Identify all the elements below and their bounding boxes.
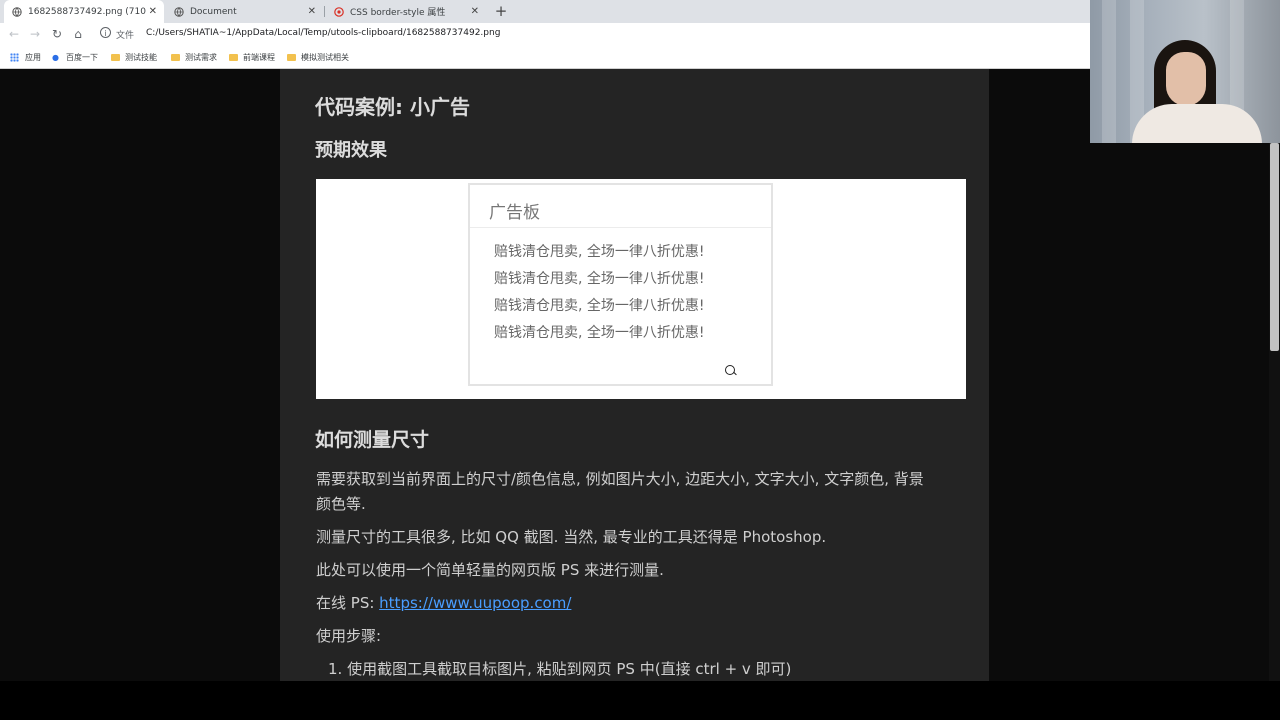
folder-icon bbox=[229, 53, 238, 61]
bookmark-baidu[interactable]: ● 百度一下 bbox=[52, 50, 98, 64]
online-ps-label: 在线 PS: bbox=[316, 594, 380, 612]
step-item: 1. 使用截图工具截取目标图片, 粘贴到网页 PS 中(直接 ctrl + v … bbox=[328, 660, 792, 678]
bookmark-apps[interactable]: 应用 bbox=[10, 50, 41, 64]
page-margin-right bbox=[989, 69, 1280, 681]
bookmark-folder[interactable]: 测试需求 bbox=[171, 50, 217, 64]
site-logo-icon bbox=[334, 6, 344, 17]
steps-label: 使用步骤: bbox=[316, 627, 382, 645]
folder-icon bbox=[171, 53, 180, 61]
home-icon[interactable]: ⌂ bbox=[70, 26, 86, 42]
zoom-in-cursor-icon bbox=[725, 365, 735, 375]
paw-icon: ● bbox=[52, 52, 59, 62]
bookmarks-bar: 应用 ● 百度一下 测试技能 测试需求 前端课程 模拟测试相关 bbox=[0, 45, 1090, 69]
demo-image: 广告板 赔钱清仓甩卖, 全场一律八折优惠! 赔钱清仓甩卖, 全场一律八折优惠! … bbox=[316, 179, 966, 399]
back-arrow-icon[interactable]: ← bbox=[6, 26, 22, 42]
scrollbar-thumb[interactable] bbox=[1270, 143, 1279, 351]
close-icon[interactable]: ✕ bbox=[471, 6, 479, 17]
address-bar: ← → ↻ ⌂ i 文件 C:/Users/SHATIA~1/AppData/L… bbox=[0, 23, 1090, 45]
online-ps-link[interactable]: https://www.uupoop.com/ bbox=[379, 594, 571, 612]
online-ps-line: 在线 PS: https://www.uupoop.com/ bbox=[316, 591, 571, 615]
file-label: 文件 bbox=[116, 31, 135, 41]
measure-heading: 如何测量尺寸 bbox=[315, 429, 430, 451]
tab-strip: 1682588737492.png (710×130… ✕ Document ✕… bbox=[0, 0, 1090, 23]
bookmark-label: 应用 bbox=[25, 52, 41, 62]
ad-line: 赔钱清仓甩卖, 全场一律八折优惠! bbox=[494, 298, 705, 314]
section-title: 代码案例: 小广告 bbox=[315, 95, 470, 119]
url-input[interactable]: C:/Users/SHATIA~1/AppData/Local/Temp/uto… bbox=[146, 28, 500, 38]
expected-heading: 预期效果 bbox=[315, 140, 387, 161]
paragraph-line: 需要获取到当前界面上的尺寸/颜色信息, 例如图片大小, 边距大小, 文字大小, … bbox=[316, 470, 924, 488]
letterbox-bar bbox=[0, 681, 1280, 720]
tab-label: CSS border-style 属性 bbox=[350, 8, 446, 18]
folder-icon bbox=[111, 53, 120, 61]
folder-icon bbox=[287, 53, 296, 61]
globe-icon bbox=[12, 6, 22, 17]
reload-icon[interactable]: ↻ bbox=[49, 26, 65, 42]
new-tab-button[interactable]: + bbox=[492, 2, 510, 20]
tab-document[interactable]: Document ✕ bbox=[166, 0, 323, 23]
bookmark-label: 百度一下 bbox=[66, 52, 98, 62]
bookmark-folder[interactable]: 前端课程 bbox=[229, 50, 275, 64]
close-icon[interactable]: ✕ bbox=[149, 6, 157, 17]
tab-image[interactable]: 1682588737492.png (710×130… ✕ bbox=[4, 0, 164, 23]
paragraph: 此处可以使用一个简单轻量的网页版 PS 来进行测量. bbox=[316, 561, 664, 579]
ad-board-title: 广告板 bbox=[489, 203, 540, 223]
bookmark-folder[interactable]: 测试技能 bbox=[111, 50, 157, 64]
tab-divider bbox=[324, 6, 325, 17]
bookmark-label: 模拟测试相关 bbox=[301, 52, 349, 62]
apps-grid-icon bbox=[10, 52, 19, 62]
tab-label: Document bbox=[190, 6, 237, 17]
bookmark-label: 测试技能 bbox=[125, 52, 157, 62]
article: 代码案例: 小广告 预期效果 广告板 赔钱清仓甩卖, 全场一律八折优惠! 赔钱清… bbox=[280, 69, 989, 681]
globe-icon bbox=[174, 6, 184, 17]
ad-board: 广告板 赔钱清仓甩卖, 全场一律八折优惠! 赔钱清仓甩卖, 全场一律八折优惠! … bbox=[468, 183, 773, 386]
presenter-face bbox=[1166, 52, 1206, 106]
bookmark-label: 前端课程 bbox=[243, 52, 275, 62]
divider bbox=[470, 227, 771, 228]
page-margin-left bbox=[0, 69, 280, 681]
presenter-body bbox=[1132, 104, 1262, 143]
close-icon[interactable]: ✕ bbox=[308, 6, 316, 17]
tab-label: 1682588737492.png (710×130… bbox=[28, 6, 146, 17]
webcam-overlay bbox=[1090, 0, 1280, 143]
bookmark-folder[interactable]: 模拟测试相关 bbox=[287, 50, 349, 64]
ad-line: 赔钱清仓甩卖, 全场一律八折优惠! bbox=[494, 271, 705, 287]
paragraph-line: 颜色等. bbox=[316, 495, 366, 513]
bookmark-label: 测试需求 bbox=[185, 52, 217, 62]
ad-line: 赔钱清仓甩卖, 全场一律八折优惠! bbox=[494, 244, 705, 260]
window-blind bbox=[1102, 0, 1116, 143]
info-icon[interactable]: i bbox=[100, 27, 111, 38]
ad-line: 赔钱清仓甩卖, 全场一律八折优惠! bbox=[494, 325, 705, 341]
paragraph: 测量尺寸的工具很多, 比如 QQ 截图. 当然, 最专业的工具还得是 Photo… bbox=[316, 528, 827, 546]
forward-arrow-icon[interactable]: → bbox=[27, 26, 43, 42]
tab-css-border-style[interactable]: CSS border-style 属性 ✕ bbox=[326, 0, 486, 23]
